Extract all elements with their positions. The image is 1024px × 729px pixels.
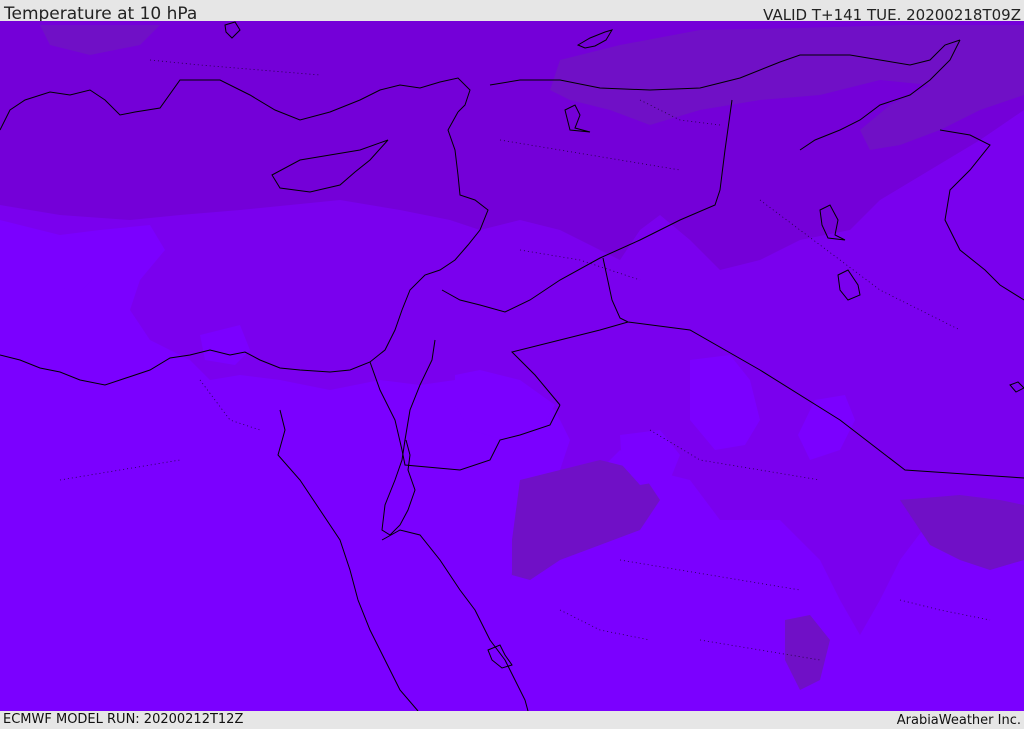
map-header: Temperature at 10 hPa VALID T+141 TUE. 2… (0, 0, 1024, 24)
model-run-label: ECMWF MODEL RUN: 20200212T12Z (3, 712, 244, 727)
map-footer: ECMWF MODEL RUN: 20200212T12Z ArabiaWeat… (0, 711, 1024, 729)
credit-label: ArabiaWeather Inc. (896, 713, 1021, 728)
temperature-map (0, 21, 1024, 711)
